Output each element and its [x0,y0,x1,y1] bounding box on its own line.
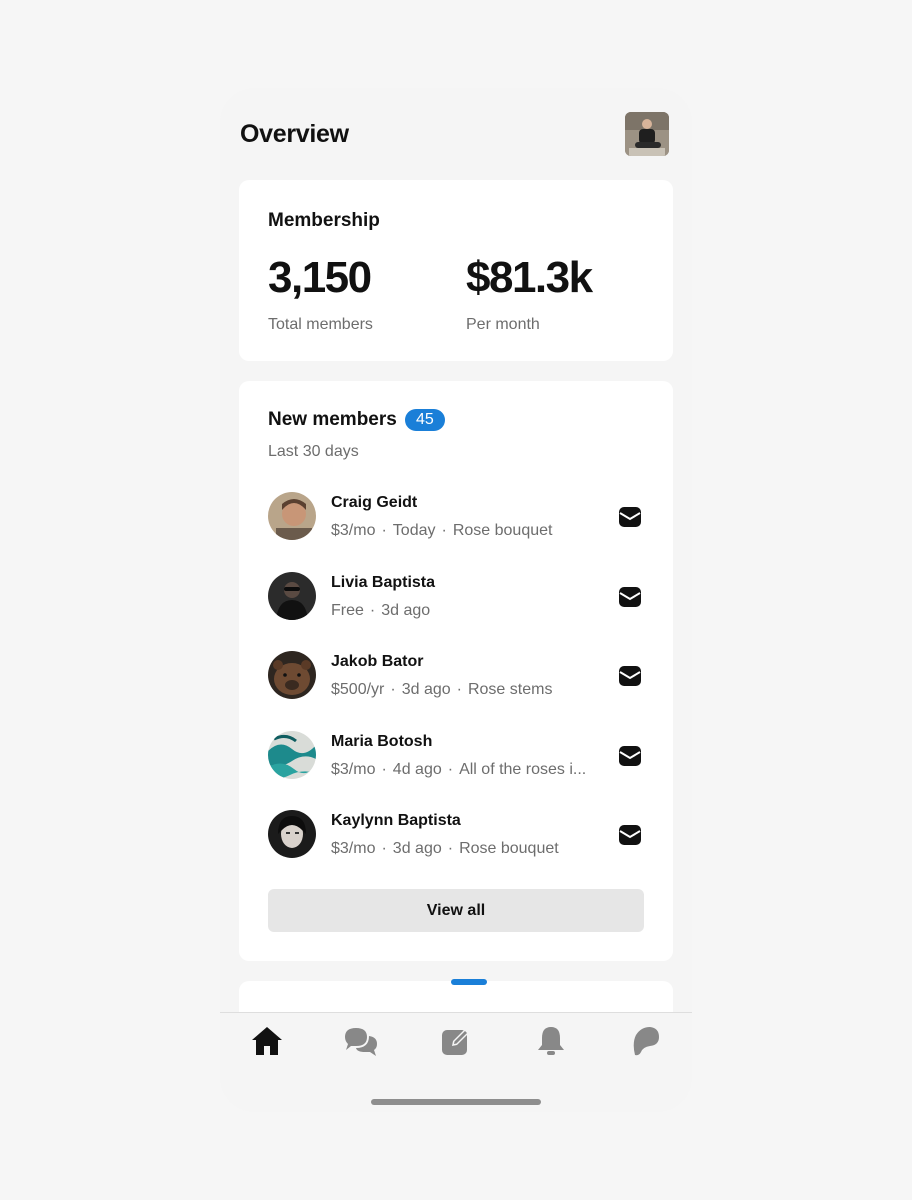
member-name: Maria Botosh [331,733,433,750]
member-row[interactable]: Kaylynn Baptista $3/mo · 3d ago · Rose bouqu… [268,810,648,860]
header: Overview [220,88,692,178]
member-avatar [268,651,316,699]
new-members-header: New members 45 [268,409,445,431]
member-avatar [268,810,316,858]
mail-icon [619,746,641,766]
separator-dot: · [369,602,376,619]
member-name: Livia Baptista [331,574,436,591]
member-meta: Free · 3d ago [331,602,603,620]
tab-patreon[interactable] [626,1023,666,1059]
message-button[interactable] [618,664,642,688]
member-joined: 3d ago [392,840,442,857]
page-title: Overview [240,120,349,148]
stat-value: 3,150 [268,253,372,302]
member-row[interactable]: Jakob Bator $500/yr · 3d ago · Rose stems [268,651,648,701]
member-price: $500/yr [331,681,385,698]
separator-dot: · [456,681,462,698]
mail-icon [619,666,641,686]
member-joined: 3d ago [381,602,431,619]
chat-icon [345,1028,377,1056]
membership-title: Membership [268,210,380,231]
compose-icon [442,1029,469,1055]
member-joined: 4d ago [392,761,442,778]
mail-icon [619,825,641,845]
member-tier: Rose stems [467,681,553,698]
new-members-card: New members 45 Last 30 days Craig Geidt … [239,381,673,961]
member-price: $3/mo [331,761,376,778]
member-meta: $500/yr · 3d ago · Rose stems [331,681,603,699]
member-joined: Today [392,522,436,539]
bell-icon [538,1027,564,1055]
member-meta: $3/mo · 4d ago · All of the roses i... [331,761,603,779]
member-tier: All of the roses i... [459,761,587,778]
member-name: Jakob Bator [331,653,424,670]
phone-screen: Overview Membership 3,150 Total members … [220,88,692,1112]
view-all-button[interactable]: View all [268,889,644,932]
message-button[interactable] [618,744,642,768]
member-tier: Rose bouquet [459,840,559,857]
patreon-icon [633,1027,659,1056]
home-icon [252,1027,282,1055]
next-card-badge [451,979,487,985]
separator-dot: · [447,761,454,778]
member-name: Craig Geidt [331,494,418,511]
member-meta: $3/mo · 3d ago · Rose bouquet [331,840,603,858]
message-button[interactable] [618,823,642,847]
member-row[interactable]: Livia Baptista Free · 3d ago [268,572,648,622]
membership-card: Membership 3,150 Total members $81.3k Pe… [239,180,673,361]
mail-icon [619,507,641,527]
count-badge: 45 [404,409,445,431]
stat-value: $81.3k [466,253,593,302]
tab-notifications[interactable] [531,1023,571,1059]
member-price: $3/mo [331,522,376,539]
member-avatar [268,572,316,620]
separator-dot: · [390,681,396,698]
member-name: Kaylynn Baptista [331,812,461,829]
tab-home[interactable] [247,1023,287,1059]
member-row[interactable]: Maria Botosh $3/mo · 4d ago · All of the ros… [268,731,648,781]
profile-avatar[interactable] [625,112,669,156]
stat-label: Per month [466,316,540,333]
per-month-stat: $81.3k Per month [466,253,593,334]
member-price: Free [331,602,364,619]
separator-dot: · [381,840,387,857]
separator-dot: · [447,840,454,857]
member-meta: $3/mo · Today · Rose bouquet [331,522,603,540]
separator-dot: · [441,522,447,539]
mail-icon [619,587,641,607]
member-row[interactable]: Craig Geidt $3/mo · Today · Rose bouquet [268,492,648,542]
member-joined: 3d ago [401,681,451,698]
message-button[interactable] [618,505,642,529]
separator-dot: · [381,761,387,778]
member-price: $3/mo [331,840,376,857]
member-avatar [268,492,316,540]
tab-bar [220,1012,692,1112]
member-avatar [268,731,316,779]
separator-dot: · [381,522,387,539]
tab-chat[interactable] [341,1023,381,1059]
total-members-stat: 3,150 Total members [268,256,373,334]
stat-label: Total members [268,316,373,333]
new-members-title: New members [268,409,397,430]
message-button[interactable] [618,585,642,609]
tab-compose[interactable] [436,1023,476,1059]
new-members-subtitle: Last 30 days [268,443,359,460]
member-tier: Rose bouquet [452,522,553,539]
home-indicator [371,1099,541,1105]
